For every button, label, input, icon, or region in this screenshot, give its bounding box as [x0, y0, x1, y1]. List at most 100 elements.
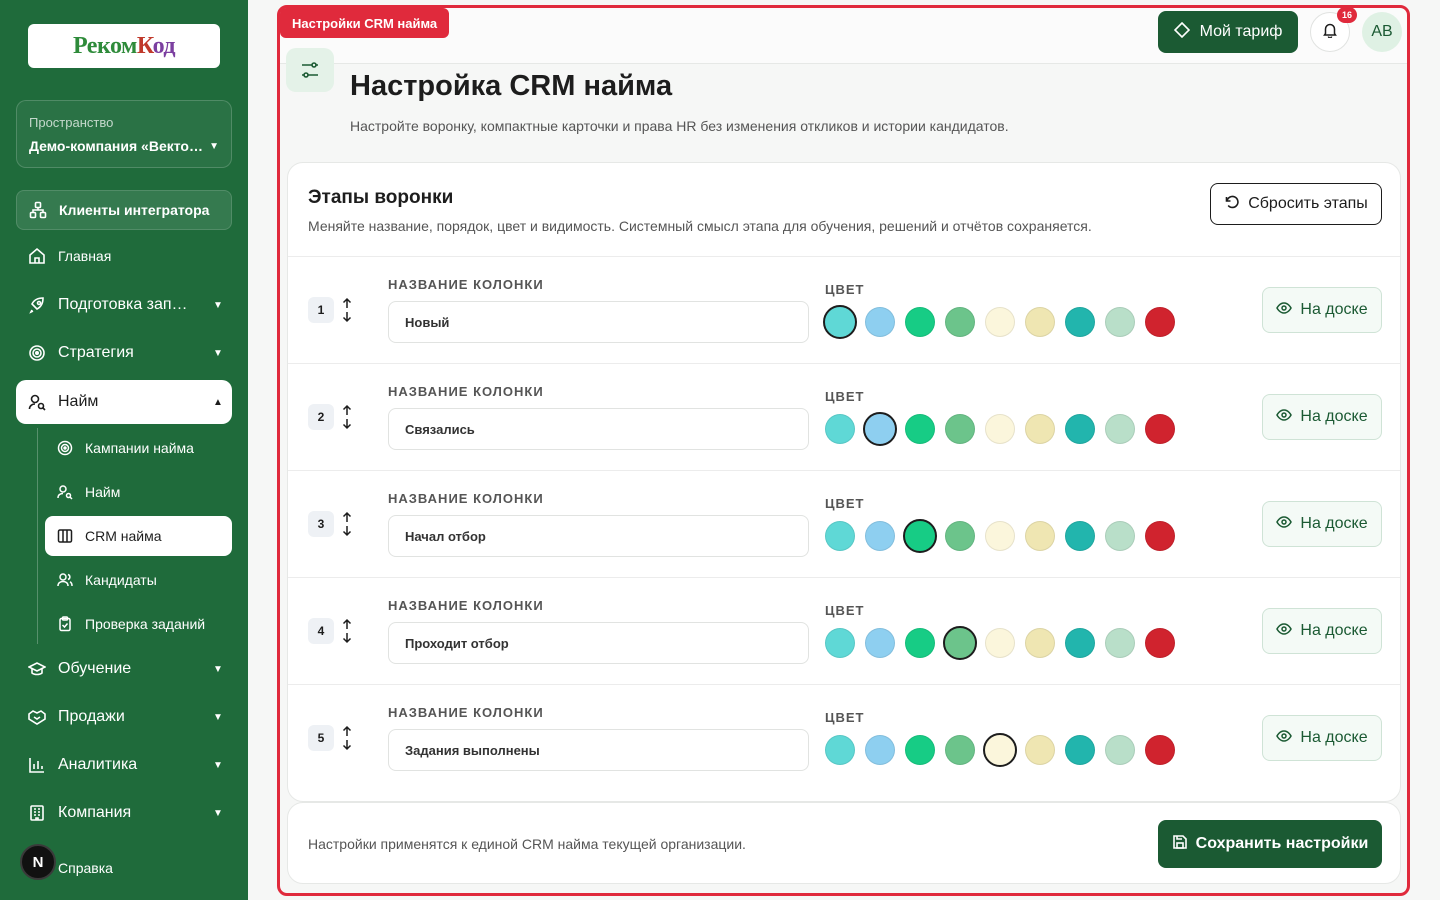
color-swatch[interactable]	[825, 735, 855, 765]
bell-icon	[1322, 22, 1338, 43]
nav-company[interactable]: Компания ▼	[16, 793, 232, 833]
color-swatch[interactable]	[945, 414, 975, 444]
color-swatch[interactable]	[1145, 735, 1175, 765]
sort-arrows-icon[interactable]	[338, 616, 356, 646]
color-swatch[interactable]	[945, 735, 975, 765]
home-icon	[28, 247, 46, 265]
color-swatch[interactable]	[905, 414, 935, 444]
nav-sales[interactable]: Продажи ▼	[16, 697, 232, 737]
color-swatch[interactable]	[1065, 521, 1095, 551]
color-swatch[interactable]	[1105, 307, 1135, 337]
color-swatch[interactable]	[943, 626, 977, 660]
on-board-toggle[interactable]: На доске	[1262, 394, 1382, 440]
nav-strategy[interactable]: Стратегия ▼	[16, 333, 232, 373]
sub-hiring-campaigns[interactable]: Кампании найма	[45, 428, 232, 468]
settings-sliders-icon	[286, 48, 334, 92]
sub-task-review[interactable]: Проверка заданий	[45, 604, 232, 644]
column-name-input[interactable]: Связались	[388, 408, 809, 450]
column-name-label: НАЗВАНИЕ КОЛОНКИ	[388, 491, 544, 506]
color-swatch[interactable]	[1105, 628, 1135, 658]
color-swatch[interactable]	[1105, 414, 1135, 444]
logo[interactable]: РекомКод	[28, 24, 220, 68]
on-board-toggle[interactable]: На доске	[1262, 715, 1382, 761]
on-board-label: На доске	[1300, 301, 1368, 318]
nav-home[interactable]: Главная	[16, 236, 232, 276]
network-icon	[29, 201, 47, 219]
column-name-input[interactable]: Задания выполнены	[388, 729, 809, 771]
color-swatch[interactable]	[1145, 307, 1175, 337]
nav-label: Продажи	[58, 708, 125, 725]
user-avatar[interactable]: AB	[1362, 12, 1402, 52]
color-swatch[interactable]	[865, 521, 895, 551]
building-icon	[28, 804, 46, 822]
color-swatch[interactable]	[825, 521, 855, 551]
sub-hiring[interactable]: Найм	[45, 472, 232, 512]
nav-integrator-clients[interactable]: Клиенты интегратора	[16, 190, 232, 230]
color-swatch[interactable]	[823, 305, 857, 339]
color-swatch[interactable]	[1025, 628, 1055, 658]
save-settings-button[interactable]: Сохранить настройки	[1158, 820, 1382, 868]
save-label: Сохранить настройки	[1195, 835, 1369, 852]
color-swatch[interactable]	[985, 628, 1015, 658]
color-swatch[interactable]	[825, 628, 855, 658]
color-swatch[interactable]	[1145, 628, 1175, 658]
users-icon	[57, 572, 73, 588]
on-board-toggle[interactable]: На доске	[1262, 287, 1382, 333]
column-name-input[interactable]: Проходит отбор	[388, 622, 809, 664]
on-board-toggle[interactable]: На доске	[1262, 608, 1382, 654]
color-swatch[interactable]	[905, 628, 935, 658]
nav-preparation[interactable]: Подготовка зап… ▼	[16, 285, 232, 325]
sub-label: Кандидаты	[85, 572, 157, 588]
color-swatch[interactable]	[905, 307, 935, 337]
nav-label: Найм	[58, 393, 99, 410]
on-board-label: На доске	[1300, 408, 1368, 425]
nav-analytics[interactable]: Аналитика ▼	[16, 745, 232, 785]
color-swatch[interactable]	[865, 735, 895, 765]
color-label: ЦВЕТ	[825, 282, 865, 297]
bar-chart-icon	[28, 756, 46, 774]
color-swatch[interactable]	[1065, 735, 1095, 765]
nav-hiring[interactable]: Найм ▲	[16, 380, 232, 424]
color-swatch[interactable]	[1145, 521, 1175, 551]
color-swatch[interactable]	[985, 307, 1015, 337]
chevron-down-icon: ▼	[213, 807, 223, 819]
color-label: ЦВЕТ	[825, 710, 865, 725]
color-swatch[interactable]	[945, 521, 975, 551]
nav-training[interactable]: Обучение ▼	[16, 649, 232, 689]
color-swatch[interactable]	[983, 733, 1017, 767]
color-swatch[interactable]	[903, 519, 937, 553]
workspace-label: Пространство	[29, 115, 114, 130]
sort-arrows-icon[interactable]	[338, 723, 356, 753]
color-swatch[interactable]	[863, 412, 897, 446]
color-swatch[interactable]	[945, 307, 975, 337]
color-swatch[interactable]	[1105, 735, 1135, 765]
sub-candidates[interactable]: Кандидаты	[45, 560, 232, 600]
my-tariff-button[interactable]: Мой тариф	[1158, 11, 1298, 53]
color-swatch[interactable]	[985, 521, 1015, 551]
sort-arrows-icon[interactable]	[338, 295, 356, 325]
color-swatch[interactable]	[865, 307, 895, 337]
color-swatch[interactable]	[825, 414, 855, 444]
on-board-toggle[interactable]: На доске	[1262, 501, 1382, 547]
color-swatch[interactable]	[1025, 307, 1055, 337]
color-swatch[interactable]	[1065, 414, 1095, 444]
column-name-input[interactable]: Новый	[388, 301, 809, 343]
reset-stages-button[interactable]: Сбросить этапы	[1210, 183, 1382, 225]
color-swatch[interactable]	[1105, 521, 1135, 551]
sort-arrows-icon[interactable]	[338, 509, 356, 539]
color-swatch[interactable]	[985, 414, 1015, 444]
user-avatar-n[interactable]: N	[20, 844, 56, 880]
color-swatch[interactable]	[1065, 307, 1095, 337]
workspace-selector[interactable]: Пространство Демо-компания «Векто… ▼	[16, 100, 232, 168]
color-swatch[interactable]	[905, 735, 935, 765]
color-swatch[interactable]	[865, 628, 895, 658]
sub-crm-hiring[interactable]: CRM найма	[45, 516, 232, 556]
color-swatch[interactable]	[1065, 628, 1095, 658]
color-swatch[interactable]	[1025, 414, 1055, 444]
color-swatch[interactable]	[1025, 521, 1055, 551]
color-swatch[interactable]	[1145, 414, 1175, 444]
color-label: ЦВЕТ	[825, 389, 865, 404]
color-swatch[interactable]	[1025, 735, 1055, 765]
sort-arrows-icon[interactable]	[338, 402, 356, 432]
column-name-input[interactable]: Начал отбор	[388, 515, 809, 557]
